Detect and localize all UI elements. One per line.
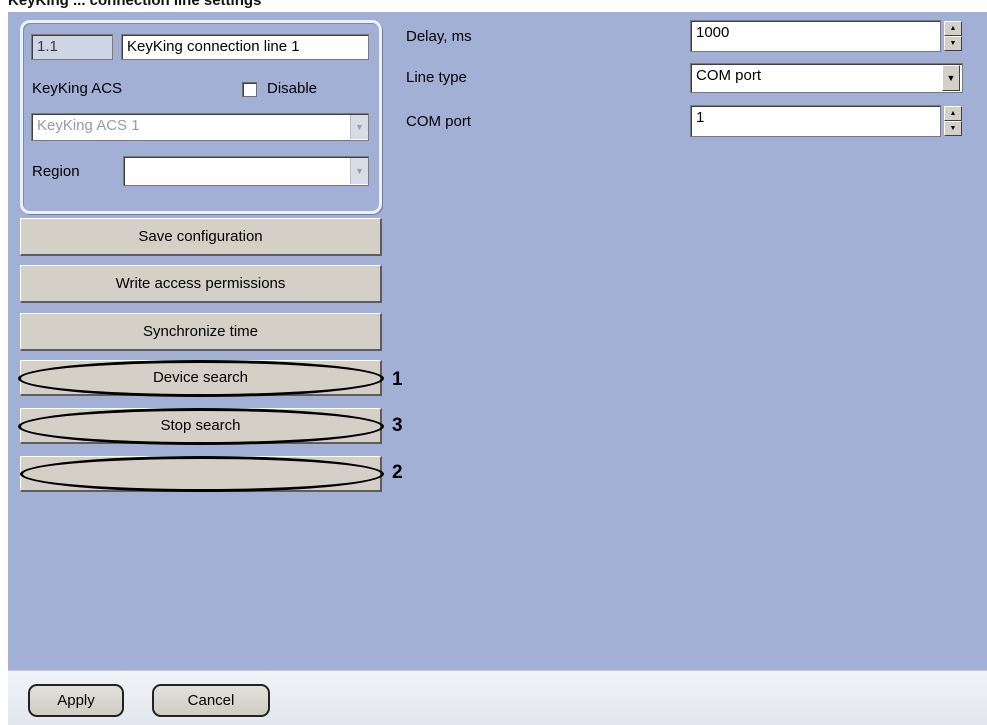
spin-up-icon[interactable]: ▲: [944, 21, 962, 36]
cancel-button[interactable]: Cancel: [152, 684, 270, 717]
search-progress-bar: [20, 456, 382, 492]
callout-number-2: 2: [392, 462, 403, 483]
spin-down-icon[interactable]: ▼: [944, 36, 962, 51]
device-search-button[interactable]: Device search: [20, 360, 382, 396]
com-port-spinner[interactable]: ▲ ▼: [944, 106, 962, 136]
stop-search-button[interactable]: Stop search: [20, 408, 382, 444]
object-id-field[interactable]: 1.1: [31, 34, 113, 60]
object-type-label: KeyKing ACS: [32, 80, 123, 97]
settings-panel: 1.1 KeyKing connection line 1 KeyKing AC…: [8, 12, 987, 725]
object-groupbox: 1.1 KeyKing connection line 1 KeyKing AC…: [20, 20, 382, 214]
com-port-input[interactable]: 1: [690, 105, 941, 137]
parent-select-value: KeyKing ACS 1: [37, 117, 140, 134]
spin-up-icon[interactable]: ▲: [944, 106, 962, 121]
spin-down-icon[interactable]: ▼: [944, 121, 962, 136]
parent-select: KeyKing ACS 1: [31, 113, 369, 141]
region-select[interactable]: [123, 156, 369, 186]
callout-number-1: 1: [392, 369, 403, 390]
com-port-label: COM port: [406, 113, 472, 130]
delay-spinner[interactable]: ▲ ▼: [944, 21, 962, 51]
line-type-value: COM port: [696, 67, 762, 84]
delay-input[interactable]: 1000: [690, 20, 941, 52]
region-dropdown-arrow-icon[interactable]: ▼: [350, 158, 368, 184]
line-type-label: Line type: [406, 69, 467, 86]
callout-number-3: 3: [392, 415, 403, 436]
disable-checkbox[interactable]: [242, 82, 257, 97]
footer-bar: Apply Cancel: [8, 670, 987, 725]
disable-label: Disable: [267, 80, 318, 97]
save-configuration-button[interactable]: Save configuration: [20, 218, 382, 256]
header-strip: KeyKing ... connection line settings: [0, 0, 987, 12]
synchronize-time-button[interactable]: Synchronize time: [20, 313, 382, 351]
header-fragment: KeyKing ... connection line settings: [8, 0, 262, 9]
delay-label: Delay, ms: [406, 28, 472, 45]
line-type-select[interactable]: COM port: [690, 63, 963, 93]
line-type-dropdown-arrow-icon[interactable]: ▼: [942, 65, 960, 91]
apply-button[interactable]: Apply: [28, 684, 124, 717]
object-name-field[interactable]: KeyKing connection line 1: [121, 34, 369, 60]
write-access-permissions-button[interactable]: Write access permissions: [20, 265, 382, 303]
parent-dropdown-arrow-icon: ▼: [350, 115, 368, 139]
region-label: Region: [32, 163, 80, 180]
